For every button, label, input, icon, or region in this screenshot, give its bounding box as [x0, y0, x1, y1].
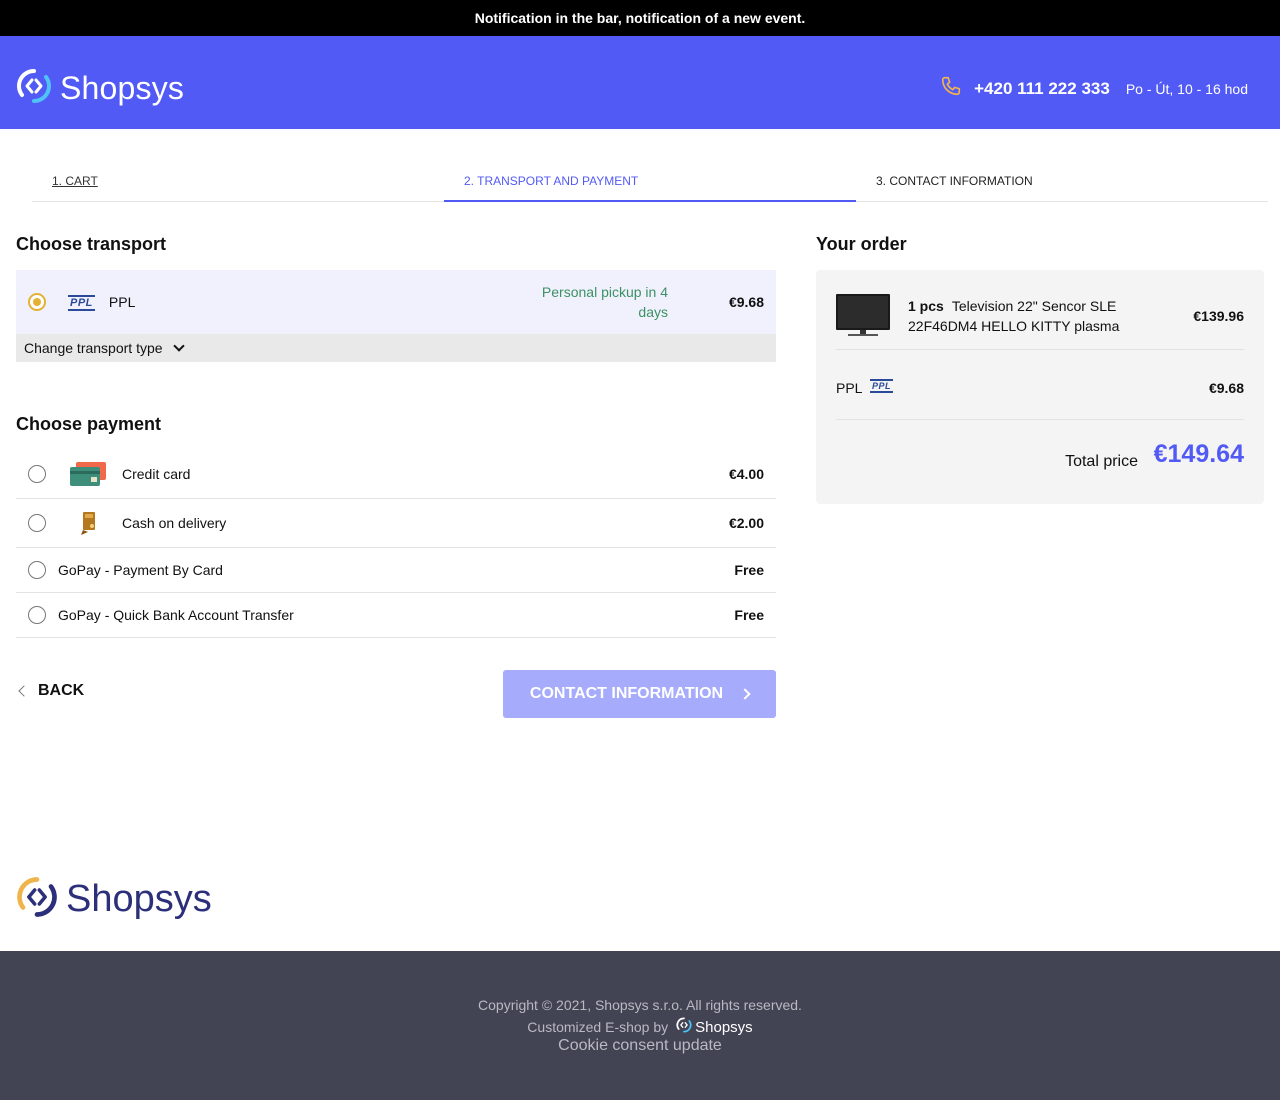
step-contact-information: 3. CONTACT INFORMATION — [876, 174, 1033, 188]
choose-transport-title: Choose transport — [16, 234, 167, 254]
header-contact: +420 111 222 333 Po - Út, 10 - 16 hod — [940, 75, 1248, 102]
phone-number[interactable]: +420 111 222 333 — [974, 79, 1110, 99]
step-cart[interactable]: 1. CART — [32, 160, 444, 202]
choose-payment-title: Choose payment — [16, 414, 162, 434]
television-thumbnail — [836, 294, 890, 338]
copyright-text: Copyright © 2021, Shopsys s.r.o. All rig… — [478, 997, 802, 1013]
payment-radio[interactable] — [28, 465, 46, 483]
checkout-steps: 1. CART 2. TRANSPORT AND PAYMENT 3. CONT… — [32, 160, 1268, 202]
order-summary: 1 pcs Television 22" Sencor SLE 22F46DM4 … — [816, 270, 1264, 504]
payment-price: €4.00 — [728, 466, 764, 482]
order-item-quantity: 1 pcs — [908, 298, 944, 314]
payment-name: Cash on delivery — [122, 515, 227, 531]
shipping-name: PPL — [836, 380, 863, 396]
ppl-logo-icon: PPL — [68, 295, 95, 311]
payment-name: Credit card — [122, 466, 191, 482]
order-item-description: 1 pcs Television 22" Sencor SLE 22F46DM4 … — [908, 296, 1138, 336]
customized-by-label: Customized E-shop by — [527, 1019, 669, 1035]
change-transport-type-toggle[interactable]: Change transport type — [16, 334, 776, 362]
site-footer: Copyright © 2021, Shopsys s.r.o. All rig… — [0, 951, 1280, 1100]
payment-radio[interactable] — [28, 514, 46, 532]
your-order-title: Your order — [816, 234, 907, 254]
payment-price: Free — [734, 562, 764, 578]
change-transport-type-label: Change transport type — [24, 340, 163, 356]
transport-option-ppl[interactable]: PPL PPL Personal pickup in 4 days €9.68 — [16, 270, 776, 334]
delivery-time: Personal pickup in 4 days — [541, 284, 668, 320]
footer-logo[interactable]: Shopsys — [16, 876, 212, 923]
transport-name: PPL — [108, 294, 136, 310]
contact-information-button[interactable]: CONTACT INFORMATION — [503, 670, 776, 718]
site-header: Shopsys +420 111 222 333 Po - Út, 10 - 1… — [0, 36, 1280, 129]
payment-name: GoPay - Quick Bank Account Transfer — [58, 607, 294, 623]
payment-option-credit-card[interactable]: Credit card €4.00 — [16, 450, 776, 499]
shopsys-footer-brand: Shopsys — [695, 1018, 753, 1036]
order-item-price: €139.96 — [1193, 308, 1244, 324]
chevron-left-icon — [18, 685, 30, 697]
payment-price: €2.00 — [728, 515, 764, 531]
phone-icon — [940, 75, 962, 102]
cash-on-delivery-icon — [70, 510, 108, 536]
shipping-price: €9.68 — [1208, 380, 1244, 396]
back-button[interactable]: BACK — [16, 682, 84, 700]
ppl-logo-icon: PPL — [870, 379, 894, 393]
shopsys-logo-icon — [16, 876, 58, 923]
payment-radio[interactable] — [28, 606, 46, 624]
payment-option-gopay-card[interactable]: GoPay - Payment By Card Free — [16, 548, 776, 593]
transport-selection: PPL PPL Personal pickup in 4 days €9.68 … — [16, 270, 776, 362]
payment-options: Credit card €4.00 Cash on delivery €2.00… — [16, 450, 776, 638]
payment-option-cash-on-delivery[interactable]: Cash on delivery €2.00 — [16, 499, 776, 548]
payment-price: Free — [734, 607, 764, 623]
order-shipping: PPL PPL €9.68 — [836, 368, 1244, 420]
back-label: BACK — [38, 682, 85, 699]
logo-text: Shopsys — [60, 70, 185, 106]
transport-price: €9.68 — [728, 294, 764, 310]
shopsys-logo-icon — [676, 1017, 695, 1037]
shopsys-logo[interactable]: Shopsys — [16, 68, 184, 109]
chevron-right-icon — [739, 688, 751, 700]
notification-bar: Notification in the bar, notification of… — [0, 0, 1280, 36]
transport-radio-ppl[interactable] — [28, 293, 46, 311]
contact-information-label: CONTACT INFORMATION — [529, 685, 724, 702]
payment-name: GoPay - Payment By Card — [58, 562, 223, 578]
notification-text: Notification in the bar, notification of… — [474, 10, 806, 26]
credit-card-icon — [70, 461, 108, 487]
total-price-label: Total price — [1065, 453, 1138, 470]
step-transport-and-payment: 2. TRANSPORT AND PAYMENT — [444, 160, 856, 202]
payment-radio[interactable] — [28, 561, 46, 579]
opening-hours: Po - Út, 10 - 16 hod — [1125, 80, 1248, 97]
cookie-consent-link[interactable]: Cookie consent update — [0, 1037, 1280, 1055]
footer-logo-text: Shopsys — [66, 878, 212, 920]
customized-by: Customized E-shop by Shopsys — [0, 1017, 1280, 1037]
order-item: 1 pcs Television 22" Sencor SLE 22F46DM4 … — [836, 290, 1244, 350]
total-price-value: €149.64 — [1153, 440, 1244, 468]
shopsys-footer-link[interactable]: Shopsys — [676, 1017, 753, 1037]
payment-option-gopay-bank-transfer[interactable]: GoPay - Quick Bank Account Transfer Free — [16, 593, 776, 638]
chevron-down-icon — [172, 340, 185, 352]
shopsys-logo-icon — [16, 68, 52, 109]
